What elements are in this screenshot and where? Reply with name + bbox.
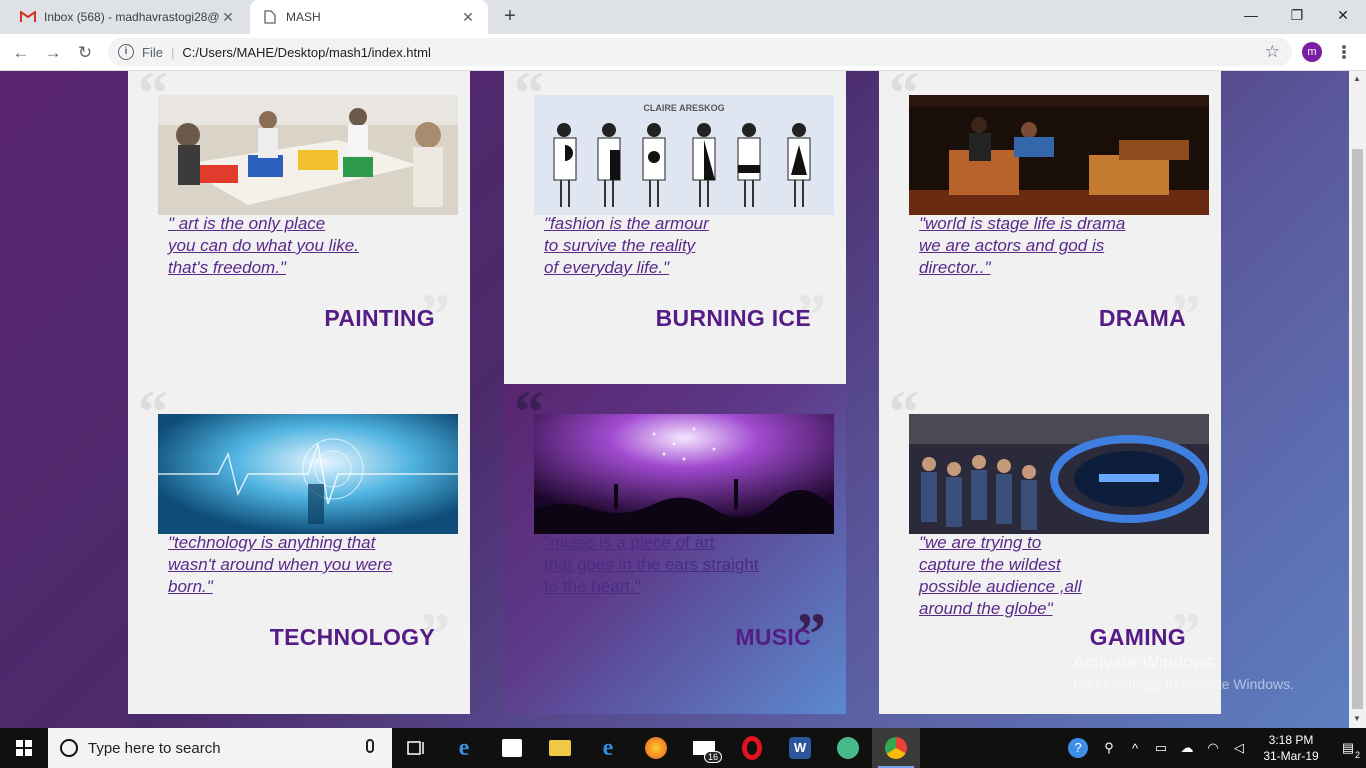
close-icon[interactable]: ✕ — [460, 9, 476, 26]
concert-crowd-photo — [534, 414, 834, 534]
quote-text[interactable]: "fashion is the armour to survive the re… — [544, 213, 824, 279]
clock[interactable]: 3:18 PM 31-Mar-19 — [1252, 732, 1330, 764]
taskbar-search-box[interactable]: Type here to search — [48, 728, 392, 768]
atom-icon[interactable] — [824, 728, 872, 768]
card-label: TECHNOLOGY — [269, 624, 435, 650]
volume-icon[interactable]: ◁ — [1226, 740, 1252, 756]
card-label: PAINTING — [324, 305, 435, 331]
search-placeholder: Type here to search — [88, 739, 221, 757]
reload-icon[interactable]: ↻ — [72, 40, 98, 66]
wifi-icon[interactable]: ◠ — [1200, 740, 1226, 756]
tab-gmail[interactable]: Inbox (568) - madhavrastogi28@ ✕ — [8, 0, 248, 34]
close-icon[interactable]: ✕ — [220, 9, 236, 26]
watermark-subtitle: Go to Settings to activate Windows. — [1073, 676, 1294, 692]
system-tray: ? ⚲ ^ ▭ ☁ ◠ ◁ 3:18 PM 31-Mar-19 ▤ 2 — [1068, 728, 1366, 768]
quote-text[interactable]: "music is a piece of art that goes in th… — [544, 532, 824, 598]
browser-menu-icon[interactable] — [1336, 42, 1352, 62]
search-icon — [60, 739, 78, 757]
forward-arrow-icon[interactable]: → — [40, 40, 66, 66]
image-caption: CLAIRE ARESKOG — [643, 103, 724, 113]
gmail-icon — [20, 9, 36, 25]
tech-hologram-photo — [158, 414, 458, 534]
minimize-button[interactable]: — — [1228, 0, 1274, 30]
task-view-icon[interactable] — [392, 728, 440, 768]
card-technology[interactable]: “ "technology is anything that wasn't ar… — [128, 384, 470, 714]
scroll-down-icon[interactable]: ▼ — [1353, 714, 1361, 723]
quote-text[interactable]: "we are trying to capture the wildest po… — [919, 532, 1199, 620]
file-explorer-icon[interactable] — [536, 728, 584, 768]
microphone-icon[interactable] — [366, 739, 374, 753]
scroll-up-icon[interactable]: ▲ — [1353, 74, 1361, 83]
watermark-title: Activate Windows — [1073, 652, 1216, 672]
browser-toolbar: ← → ↻ i File | C:/Users/MAHE/Desktop/mas… — [0, 34, 1366, 71]
card-label: MUSIC — [735, 624, 811, 650]
clock-time: 3:18 PM — [1268, 733, 1314, 747]
info-icon[interactable]: i — [118, 44, 134, 60]
card-drama[interactable]: “ "world is stage life is drama we are a… — [879, 71, 1221, 395]
card-burning-ice[interactable]: “ CLAIRE ARESKOG "fashion is the armour … — [504, 71, 846, 395]
windows-start-icon[interactable] — [0, 728, 48, 768]
address-bar[interactable]: i File | C:/Users/MAHE/Desktop/mash1/ind… — [108, 38, 1292, 66]
notification-count: 2 — [1354, 750, 1360, 760]
address-divider: | — [170, 44, 175, 60]
quote-text[interactable]: " art is the only place you can do what … — [168, 213, 448, 279]
profile-avatar[interactable]: m — [1302, 42, 1322, 62]
word-icon[interactable]: W — [776, 728, 824, 768]
url-text[interactable]: C:/Users/MAHE/Desktop/mash1/index.html — [182, 45, 431, 60]
page-viewport: “ " art is the only place you can do wha… — [0, 71, 1349, 728]
card-music[interactable]: “ "music is a piece of art that goes in … — [504, 384, 846, 714]
tab-title: MASH — [286, 10, 321, 24]
cloud-icon[interactable]: ☁ — [1174, 740, 1200, 756]
chrome-icon[interactable] — [872, 728, 920, 768]
mail-icon[interactable]: 16 — [680, 728, 728, 768]
activate-windows-watermark: Activate Windows Go to Settings to activ… — [1073, 652, 1294, 692]
opera-icon[interactable] — [728, 728, 776, 768]
chevron-up-icon[interactable]: ^ — [1122, 741, 1148, 756]
browser-tab-strip: Inbox (568) - madhavrastogi28@ ✕ MASH ✕ … — [0, 0, 1366, 34]
card-label: GAMING — [1089, 624, 1186, 650]
firefox-icon[interactable] — [632, 728, 680, 768]
back-arrow-icon[interactable]: ← — [8, 40, 34, 66]
window-close-button[interactable]: ✕ — [1320, 0, 1366, 30]
painting-class-photo — [158, 95, 458, 215]
maximize-button[interactable]: ❐ — [1274, 0, 1320, 30]
page-icon — [262, 9, 278, 25]
tab-mash[interactable]: MASH ✕ — [250, 0, 488, 34]
clock-date: 31-Mar-19 — [1263, 749, 1319, 763]
card-label: DRAMA — [1098, 305, 1186, 331]
mail-badge: 16 — [703, 751, 722, 763]
quote-text[interactable]: "world is stage life is drama we are act… — [919, 213, 1199, 279]
store-icon[interactable] — [488, 728, 536, 768]
new-tab-button[interactable]: + — [498, 5, 522, 29]
battery-icon[interactable]: ▭ — [1148, 740, 1174, 756]
bookmark-star-icon[interactable]: ☆ — [1265, 42, 1280, 62]
gaming-arena-photo — [909, 414, 1209, 534]
help-icon[interactable]: ? — [1068, 738, 1088, 758]
page-scrollbar[interactable]: ▲ ▼ — [1349, 71, 1366, 728]
edge-icon[interactable]: e — [440, 728, 488, 768]
windows-taskbar: Type here to search e e 16 W ? ⚲ ^ ▭ ☁ ◠… — [0, 728, 1366, 768]
card-label: BURNING ICE — [655, 305, 811, 331]
internet-explorer-icon[interactable]: e — [584, 728, 632, 768]
notification-icon[interactable]: ▤ 2 — [1330, 740, 1366, 760]
scrollbar-thumb[interactable] — [1352, 149, 1363, 709]
tab-title: Inbox (568) - madhavrastogi28@ — [44, 10, 220, 24]
fashion-show-photo: CLAIRE ARESKOG — [534, 95, 834, 215]
scheme-label: File — [142, 44, 163, 60]
people-icon[interactable]: ⚲ — [1096, 740, 1122, 756]
quote-text[interactable]: "technology is anything that wasn't arou… — [168, 532, 448, 598]
card-painting[interactable]: “ " art is the only place you can do wha… — [128, 71, 470, 395]
stage-play-photo — [909, 95, 1209, 215]
